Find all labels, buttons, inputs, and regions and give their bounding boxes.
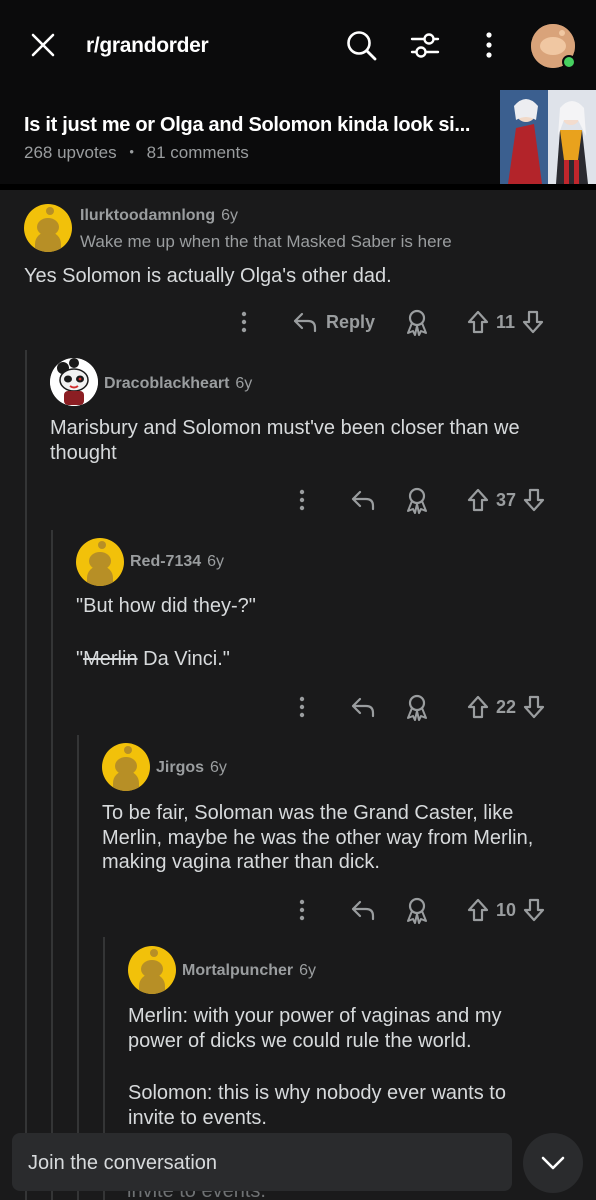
post-meta: 268 upvotes • 81 comments (24, 143, 249, 163)
vote-controls: 11 (466, 307, 545, 337)
close-icon[interactable] (28, 30, 58, 60)
comment-body-line: Merlin: with your power of vaginas and m… (128, 1005, 502, 1027)
downvote-icon[interactable] (522, 694, 546, 720)
strikethrough-text: Merlin (83, 647, 138, 670)
post-title[interactable]: Is it just me or Olga and Solomon kinda … (24, 114, 470, 137)
comment-body: To be fair, Soloman was the Grand Caster… (102, 801, 533, 875)
vote-count: 11 (496, 311, 516, 332)
comment-age: 6y (210, 759, 227, 776)
vote-count: 37 (496, 489, 517, 510)
username-text[interactable]: Red-7134 (130, 553, 201, 570)
comment-actions: Reply 11 (0, 307, 596, 337)
comment-username[interactable]: Dracoblackheart 6y (104, 375, 252, 393)
quote-rest: Da Vinci." (137, 647, 230, 670)
avatar[interactable] (50, 358, 98, 406)
meta-separator: • (129, 144, 134, 159)
award-icon[interactable] (404, 895, 430, 925)
post-thumbnail[interactable] (500, 90, 596, 184)
upvote-icon[interactable] (466, 309, 490, 335)
comment-age: 6y (235, 375, 253, 392)
subreddit-name[interactable]: r/grandorder (86, 34, 209, 58)
reply-icon[interactable] (350, 485, 376, 515)
comment-username[interactable]: Mortalpuncher 6y (182, 962, 316, 980)
user-flair: Wake me up when the that Masked Saber is… (80, 232, 452, 251)
upvote-count: 268 upvotes (24, 143, 117, 162)
join-placeholder[interactable]: Join the conversation (28, 1152, 217, 1175)
reply-icon (293, 312, 317, 333)
filter-icon[interactable] (408, 28, 442, 62)
comment-body-line: making vagina rather than dick. (102, 851, 380, 873)
collapse-button[interactable] (523, 1133, 583, 1193)
more-options-icon[interactable] (292, 895, 312, 925)
more-vertical-icon[interactable] (472, 28, 506, 62)
comment-username[interactable]: Jirgos 6y (156, 759, 227, 777)
reply-icon[interactable] (350, 692, 376, 722)
reply-button[interactable]: Reply (292, 307, 375, 337)
comment-actions: 10 (0, 895, 596, 925)
comment-age: 6y (299, 962, 317, 979)
panda-avatar-icon (50, 358, 98, 406)
vote-controls: 37 (466, 485, 546, 515)
comment-red-7134: Red-7134 6y "But how did they-?" "Merlin … (0, 535, 596, 740)
post-header[interactable]: Is it just me or Olga and Solomon kinda … (0, 90, 596, 186)
avatar[interactable] (76, 538, 124, 586)
comment-age: 6y (221, 207, 239, 224)
avatar[interactable] (24, 204, 72, 252)
comment-ilurktoodamnlong: Ilurktoodamnlong 6y Wake me up when the t… (0, 190, 596, 350)
more-options-icon[interactable] (292, 485, 312, 515)
join-conversation-input[interactable]: Join the conversation (12, 1133, 512, 1191)
comment-username[interactable]: Ilurktoodamnlong 6y (80, 207, 238, 225)
reply-label[interactable]: Reply (326, 312, 375, 333)
comment-body-line: Solomon: this is why nobody ever wants t… (128, 1082, 506, 1104)
avatar[interactable] (128, 946, 176, 994)
comment-count: 81 comments (146, 143, 249, 162)
award-icon[interactable] (404, 307, 430, 337)
search-icon[interactable] (344, 28, 378, 62)
vote-count: 22 (496, 696, 517, 717)
reply-icon[interactable] (350, 895, 376, 925)
comment-body: "But how did they-?" "Merlin Da Vinci." (76, 594, 256, 671)
comment-body-line: thought (50, 441, 117, 464)
downvote-icon[interactable] (521, 309, 545, 335)
chevron-down-icon (541, 1156, 565, 1170)
comment-body-line: Marisbury and Solomon must've been close… (50, 417, 520, 439)
top-app-bar: r/grandorder (0, 0, 596, 90)
comment-body-line: power of dicks we could rule the world. (128, 1029, 472, 1052)
username-text[interactable]: Jirgos (156, 759, 204, 776)
username-text[interactable]: Dracoblackheart (104, 375, 229, 392)
vote-controls: 10 (466, 895, 546, 925)
vote-controls: 22 (466, 692, 546, 722)
downvote-icon[interactable] (522, 897, 546, 923)
comment-actions: 22 (0, 692, 596, 722)
award-icon[interactable] (404, 485, 430, 515)
vote-count: 10 (496, 899, 517, 920)
more-options-icon[interactable] (292, 692, 312, 722)
comment-body: Marisbury and Solomon must've been close… (50, 416, 520, 465)
anime-characters-image (500, 90, 596, 184)
comment-age: 6y (207, 553, 225, 570)
comment-username[interactable]: Red-7134 6y (130, 553, 224, 571)
upvote-icon[interactable] (466, 487, 490, 513)
username-text[interactable]: Mortalpuncher (182, 962, 293, 979)
comment-body-line: Merlin, maybe he was the other way from … (102, 826, 534, 849)
username-text[interactable]: Ilurktoodamnlong (80, 207, 215, 224)
award-icon[interactable] (404, 692, 430, 722)
comment-body: Merlin: with your power of vaginas and m… (128, 1004, 506, 1130)
more-options-icon[interactable] (234, 307, 254, 337)
comment-dracoblackheart: Dracoblackheart 6y Marisbury and Solomon … (0, 350, 596, 535)
comment-body-line: To be fair, Soloman was the Grand Caster… (102, 802, 514, 824)
comment-body-line: invite to events. (128, 1106, 267, 1129)
online-status-dot (562, 55, 576, 69)
comment-actions: 37 (0, 485, 596, 515)
comment-body-line: "Merlin Da Vinci." (76, 647, 256, 672)
user-avatar[interactable] (531, 24, 576, 69)
upvote-icon[interactable] (466, 897, 490, 923)
comment-body: Yes Solomon is actually Olga's other dad… (24, 265, 392, 287)
comment-jirgos: Jirgos 6y To be fair, Soloman was the Gra… (0, 740, 596, 940)
upvote-icon[interactable] (466, 694, 490, 720)
avatar[interactable] (102, 743, 150, 791)
downvote-icon[interactable] (522, 487, 546, 513)
comment-body-line: "But how did they-?" (76, 595, 256, 617)
